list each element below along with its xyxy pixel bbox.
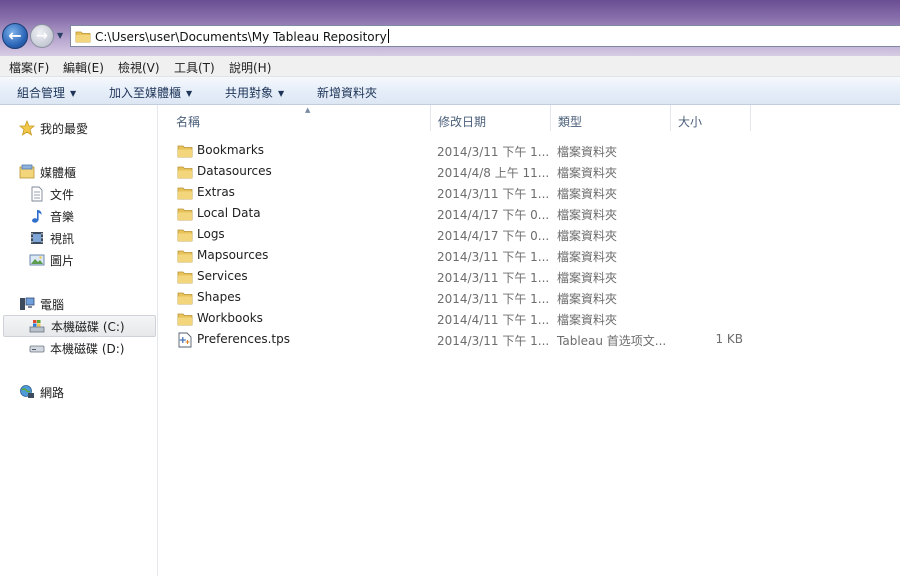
file-date: 2014/3/11 下午 1...	[437, 292, 550, 306]
chevron-down-icon: ▼	[57, 31, 64, 40]
back-button[interactable]: ←	[2, 23, 28, 49]
file-row[interactable]: Services 2014/3/11 下午 1... 檔案資料夾	[175, 266, 765, 287]
menu-view[interactable]: 檢視(V)	[118, 59, 160, 76]
folder-icon	[177, 271, 193, 284]
command-bar: 組合管理 ▼ 加入至媒體櫃 ▼ 共用對象 ▼ 新增資料夾	[0, 77, 900, 105]
folder-icon	[177, 292, 193, 305]
file-type: 檔案資料夾	[557, 229, 618, 243]
drive-icon	[29, 345, 45, 353]
tableau-file-icon	[178, 332, 192, 348]
library-icon	[19, 164, 35, 179]
network-globe-icon	[20, 385, 34, 398]
folder-icon	[177, 145, 193, 158]
arrow-left-icon: ←	[8, 26, 22, 45]
file-name: Mapsources	[197, 248, 269, 262]
column-header-size[interactable]: 大小	[670, 105, 750, 131]
menu-help[interactable]: 說明(H)	[229, 59, 271, 76]
organize-button[interactable]: 組合管理 ▼	[17, 84, 76, 101]
include-in-library-button[interactable]: 加入至媒體櫃 ▼	[109, 84, 192, 101]
file-date: 2014/3/11 下午 1...	[437, 334, 550, 348]
file-row[interactable]: Datasources 2014/4/8 上午 11... 檔案資料夾	[175, 161, 765, 182]
file-date: 2014/4/17 下午 0...	[437, 208, 550, 222]
folder-icon	[177, 250, 193, 263]
file-row[interactable]: Mapsources 2014/3/11 下午 1... 檔案資料夾	[175, 245, 765, 266]
arrow-right-icon: →	[36, 28, 48, 44]
address-bar[interactable]: C:\Users\user\Documents\My Tableau Repos…	[70, 25, 900, 47]
file-row[interactable]: Bookmarks 2014/3/11 下午 1... 檔案資料夾	[175, 140, 765, 161]
forward-button[interactable]: →	[30, 24, 54, 48]
file-name: Services	[197, 269, 248, 283]
column-divider[interactable]	[750, 105, 751, 131]
file-row[interactable]: Workbooks 2014/4/11 下午 1... 檔案資料夾	[175, 308, 765, 329]
sort-ascending-icon: ▲	[305, 106, 311, 114]
menu-bar: 檔案(F) 編輯(E) 檢視(V) 工具(T) 說明(H)	[0, 56, 900, 77]
column-header-name[interactable]: ▲ 名稱	[168, 105, 430, 131]
file-name: Shapes	[197, 290, 241, 304]
file-date: 2014/4/11 下午 1...	[437, 313, 550, 327]
computer-icon	[20, 297, 35, 310]
file-name: Preferences.tps	[197, 332, 290, 346]
menu-edit[interactable]: 編輯(E)	[63, 59, 104, 76]
menu-file[interactable]: 檔案(F)	[9, 59, 49, 76]
share-with-button[interactable]: 共用對象 ▼	[225, 84, 284, 101]
file-type: Tableau 首选项文...	[557, 334, 667, 348]
file-size: 1 KB	[715, 332, 743, 346]
text-caret	[387, 29, 389, 43]
file-date: 2014/3/11 下午 1...	[437, 250, 550, 264]
file-name: Bookmarks	[197, 143, 265, 157]
file-type: 檔案資料夾	[557, 313, 618, 327]
file-type: 檔案資料夾	[557, 187, 618, 201]
chevron-down-icon: ▼	[70, 89, 77, 98]
navigation-pane: 我的最愛 媒體櫃 文件 音樂 視訊 圖片 電腦 本機磁碟 (C:) 本機磁碟 (…	[0, 105, 158, 576]
file-date: 2014/4/8 上午 11...	[437, 166, 550, 180]
address-path[interactable]: C:\Users\user\Documents\My Tableau Repos…	[95, 29, 389, 44]
folder-icon	[177, 187, 193, 200]
folder-icon	[177, 166, 193, 179]
column-header-date[interactable]: 修改日期	[430, 105, 550, 131]
file-name: Datasources	[197, 164, 272, 178]
file-type: 檔案資料夾	[557, 292, 618, 306]
windows-drive-icon	[29, 320, 45, 333]
folder-icon	[75, 31, 91, 43]
window-titlebar: ← → ▼ C:\Users\user\Documents\My Tableau…	[0, 0, 900, 56]
file-row[interactable]: Local Data 2014/4/17 下午 0... 檔案資料夾	[175, 203, 765, 224]
file-row[interactable]: Logs 2014/4/17 下午 0... 檔案資料夾	[175, 224, 765, 245]
new-folder-button[interactable]: 新增資料夾	[317, 84, 377, 101]
file-date: 2014/4/17 下午 0...	[437, 229, 550, 243]
chevron-down-icon: ▼	[278, 89, 285, 98]
file-row[interactable]: Shapes 2014/3/11 下午 1... 檔案資料夾	[175, 287, 765, 308]
file-date: 2014/3/11 下午 1...	[437, 145, 550, 159]
file-name: Local Data	[197, 206, 261, 220]
file-date: 2014/3/11 下午 1...	[437, 187, 550, 201]
file-name: Extras	[197, 185, 235, 199]
chevron-down-icon: ▼	[186, 89, 193, 98]
file-type: 檔案資料夾	[557, 271, 618, 285]
file-type: 檔案資料夾	[557, 250, 618, 264]
file-row[interactable]: Preferences.tps 2014/3/11 下午 1... Tableau …	[175, 329, 765, 350]
file-date: 2014/3/11 下午 1...	[437, 271, 550, 285]
document-icon	[31, 186, 43, 202]
column-header-type[interactable]: 類型	[550, 105, 670, 131]
film-icon	[31, 232, 43, 244]
file-type: 檔案資料夾	[557, 166, 618, 180]
folder-icon	[177, 313, 193, 326]
nav-drive-c[interactable]: 本機磁碟 (C:)	[3, 315, 156, 337]
folder-icon	[177, 208, 193, 221]
music-note-icon	[32, 210, 42, 223]
menu-tools[interactable]: 工具(T)	[174, 59, 215, 76]
file-row[interactable]: Extras 2014/3/11 下午 1... 檔案資料夾	[175, 182, 765, 203]
file-name: Workbooks	[197, 311, 263, 325]
file-type: 檔案資料夾	[557, 145, 618, 159]
file-list: ▲ 名稱 修改日期 類型 大小 Bookmarks 2014/3/11 下午 1.…	[159, 105, 900, 576]
file-name: Logs	[197, 227, 225, 241]
picture-icon	[29, 254, 45, 266]
recent-pages-dropdown[interactable]: ▼	[57, 30, 67, 42]
folder-icon	[177, 229, 193, 242]
star-icon	[19, 120, 35, 136]
file-type: 檔案資料夾	[557, 208, 618, 222]
